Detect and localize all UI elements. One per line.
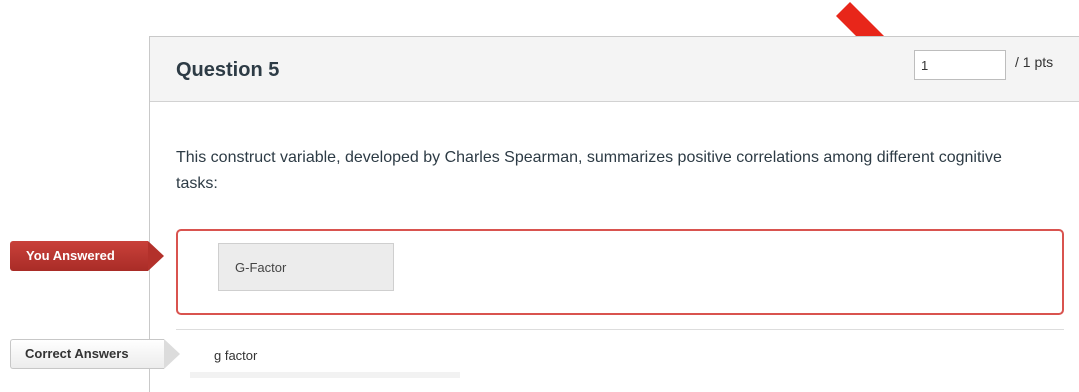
points-input[interactable]: [914, 50, 1006, 80]
question-panel: Question 5 / 1 pts This construct variab…: [149, 36, 1079, 392]
question-title: Question 5: [176, 59, 280, 81]
correct-answer-value: g factor: [214, 348, 258, 363]
answer-divider: [176, 329, 1064, 330]
question-header: Question 5 / 1 pts: [150, 37, 1079, 102]
quiz-results-page: Question 5 / 1 pts This construct variab…: [0, 0, 1079, 392]
correct-answer-underline: [190, 372, 460, 378]
question-text: This construct variable, developed by Ch…: [176, 149, 1002, 192]
you-answered-flag-tip: [148, 241, 164, 271]
correct-answers-flag: Correct Answers: [10, 339, 164, 369]
points-total: / 1 pts: [1015, 54, 1054, 70]
you-answered-flag: You Answered: [10, 241, 148, 271]
you-answered-value: G-Factor: [218, 243, 394, 291]
correct-answers-flag-tip: [164, 339, 180, 369]
you-answered-box: G-Factor: [176, 229, 1064, 315]
